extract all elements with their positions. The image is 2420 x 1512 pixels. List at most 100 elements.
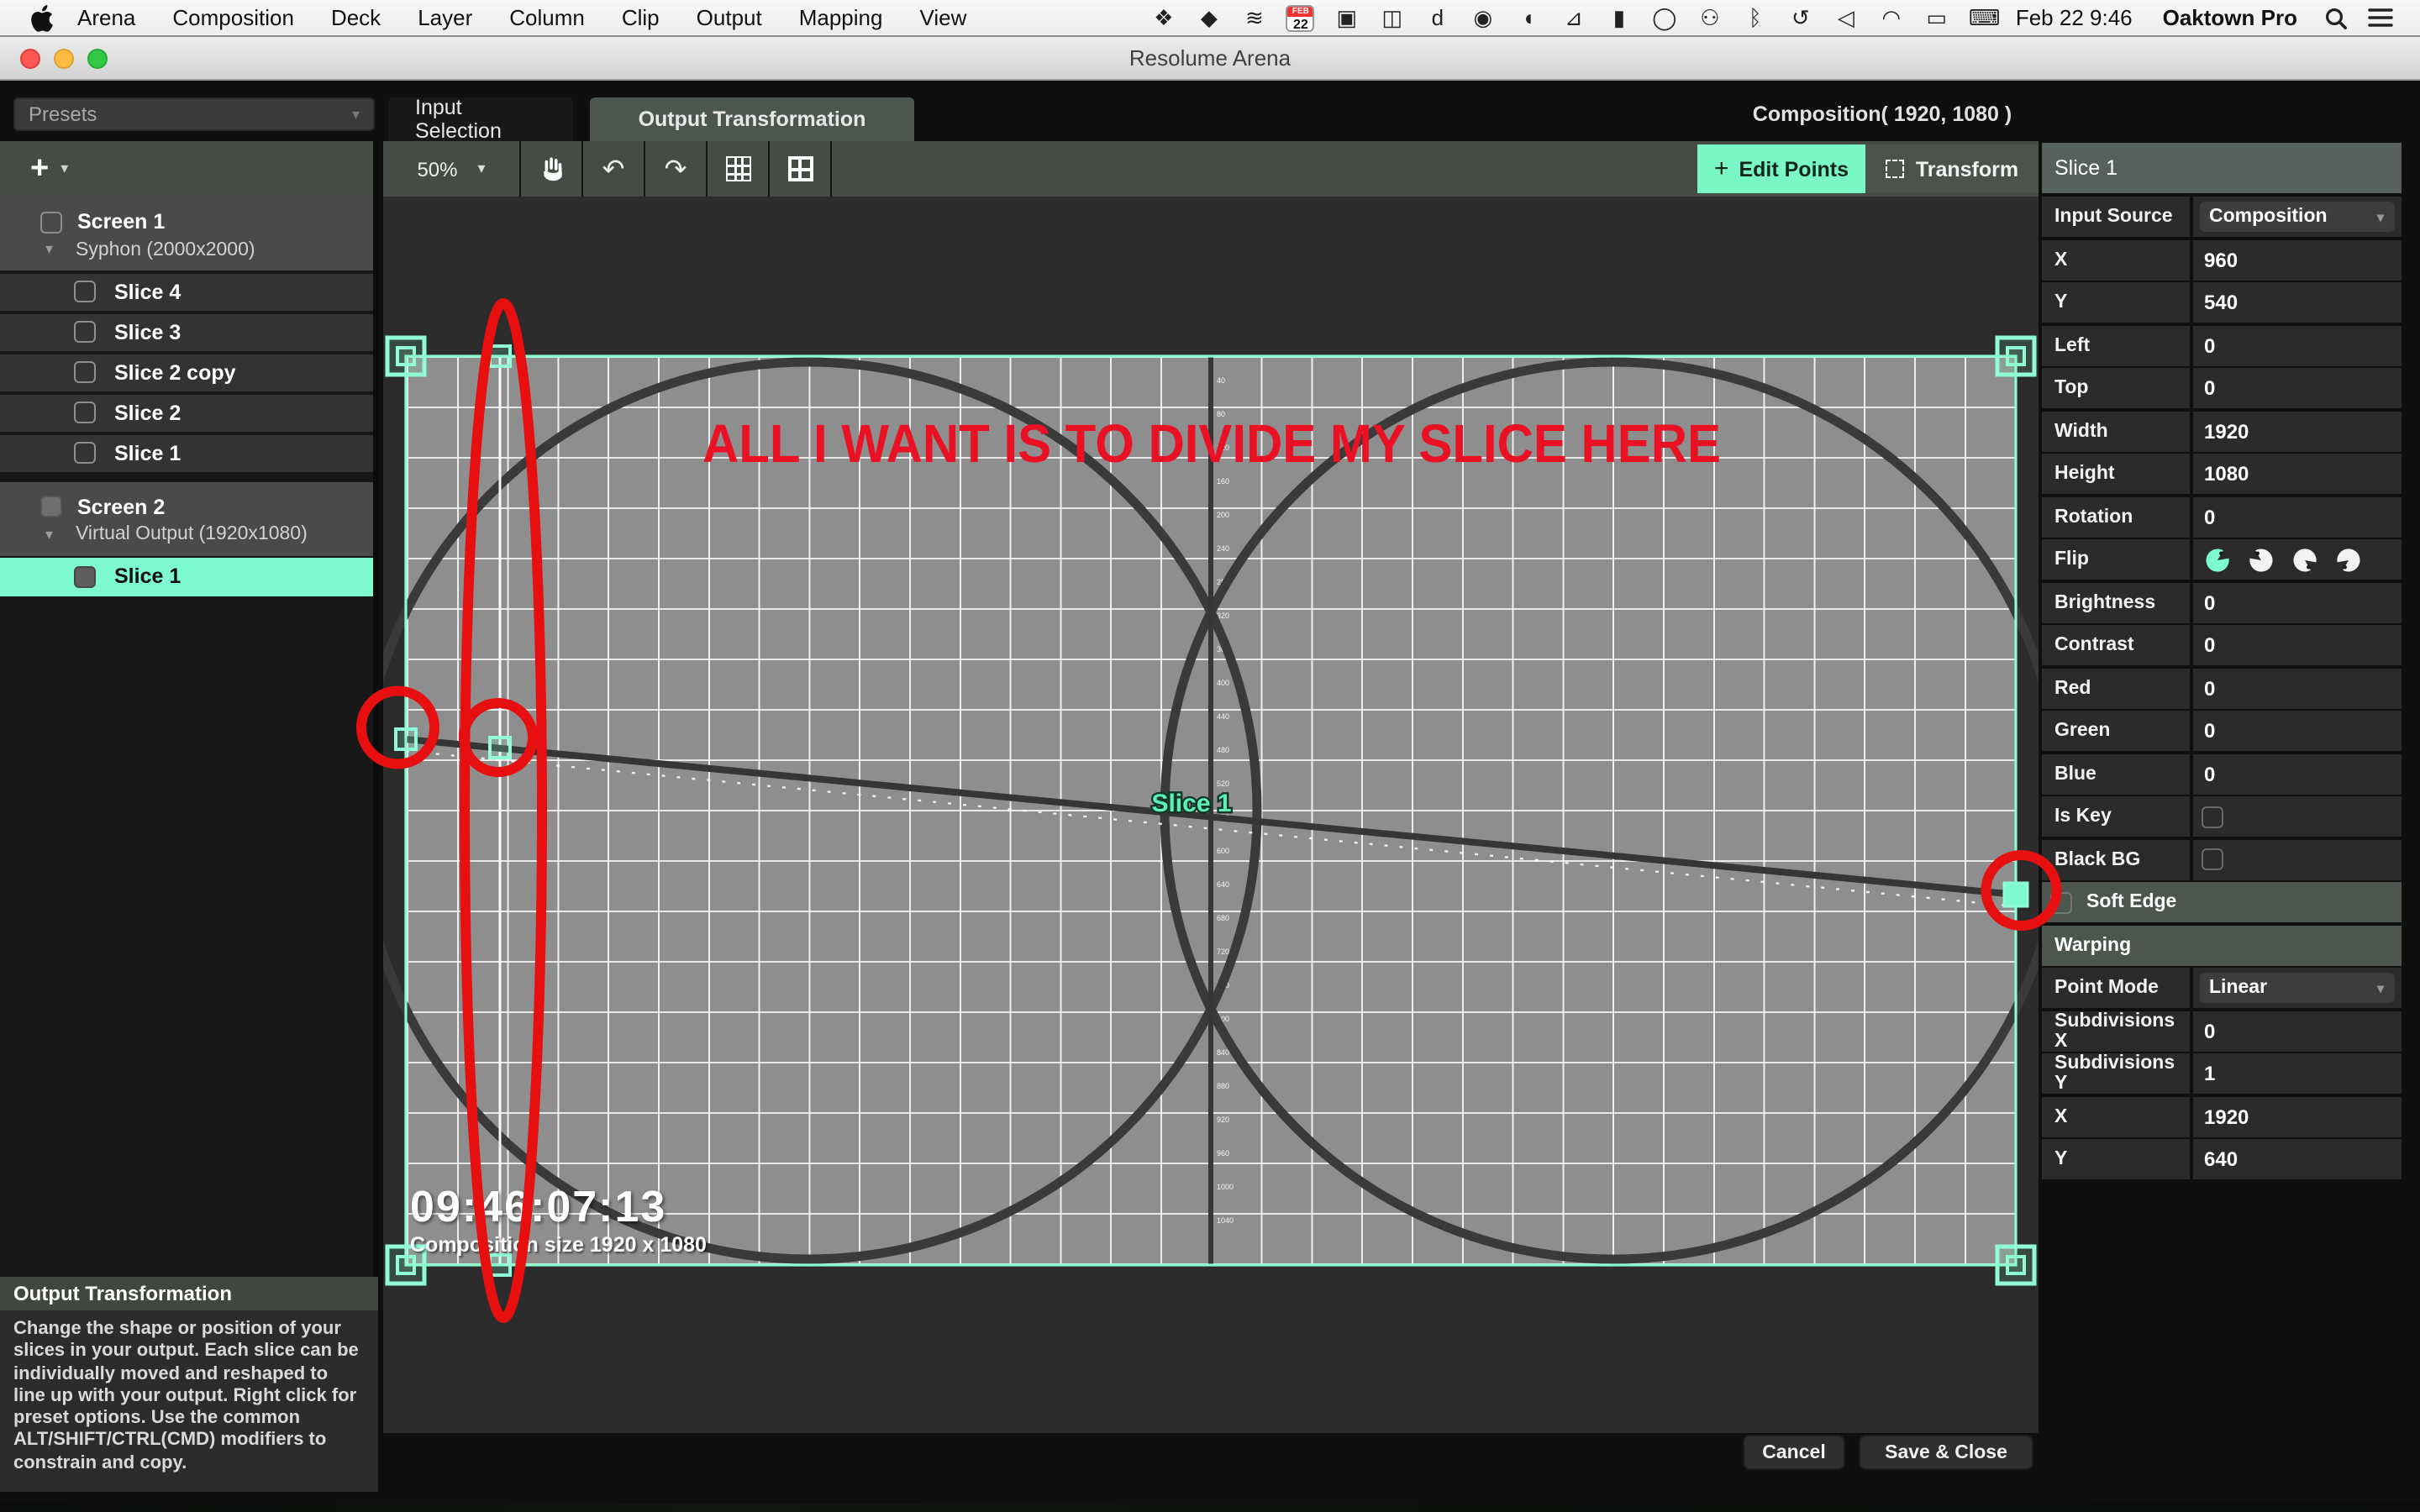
wifi-icon[interactable]: ◠	[1878, 4, 1905, 31]
black-bg-checkbox[interactable]	[2201, 848, 2223, 870]
rotation-value[interactable]: 0	[2204, 505, 2215, 528]
split-view-button[interactable]	[770, 141, 832, 197]
keyboard-icon[interactable]: ⌨	[1969, 4, 1996, 31]
flip-none-icon[interactable]	[2202, 545, 2231, 574]
menubar-clock[interactable]: Feb 22 9:46	[2016, 5, 2133, 30]
zoom-button[interactable]	[87, 49, 108, 69]
bluetooth-icon[interactable]: ᛒ	[1742, 5, 1769, 30]
point-x-value[interactable]: 1920	[2204, 1105, 2249, 1128]
output-canvas[interactable]: 4080120160200240280320360400440480520560…	[383, 197, 2039, 1433]
subdivisions-x-value[interactable]: 0	[2204, 1019, 2215, 1042]
spotlight-search-icon[interactable]	[2324, 6, 2348, 29]
screen1-checkbox[interactable]	[40, 211, 62, 233]
slice2-checkbox[interactable]	[74, 402, 96, 424]
menu-item[interactable]: Layer	[418, 5, 472, 30]
corner-handle-br[interactable]	[1997, 1247, 2034, 1284]
screen2-checkbox[interactable]	[40, 496, 62, 517]
top-subdivision-handle[interactable]	[490, 346, 510, 366]
bottom-subdivision-handle[interactable]	[490, 1255, 510, 1275]
left-middle-handle[interactable]	[396, 729, 416, 749]
zoom-level-dropdown[interactable]: 50% ▾	[383, 141, 521, 197]
sidebar-item-slice2[interactable]: Slice 2	[0, 394, 373, 432]
menu-item[interactable]: Composition	[172, 5, 294, 30]
redo-button[interactable]: ↷	[645, 141, 708, 197]
soft-edge-checkbox[interactable]	[2049, 891, 2071, 913]
tab-input-selection[interactable]: Input Selection	[388, 97, 573, 141]
top-value[interactable]: 0	[2204, 376, 2215, 400]
edit-points-button[interactable]: + Edit Points	[1697, 144, 1865, 193]
undo-button[interactable]: ↶	[583, 141, 645, 197]
binoculars-icon[interactable]: ⚇	[1697, 4, 1723, 31]
warping-section-header[interactable]: Warping	[2041, 925, 2401, 965]
show-grid-button[interactable]	[708, 141, 770, 197]
sync-icon[interactable]: ≋	[1241, 4, 1268, 31]
flip-vertical-icon[interactable]	[2290, 545, 2318, 574]
menu-item[interactable]: Clip	[622, 5, 660, 30]
sidebar-item-slice1-screen2-selected[interactable]: Slice 1	[0, 558, 373, 596]
presets-dropdown[interactable]: Presets ▾	[13, 97, 375, 131]
slice2copy-checkbox[interactable]	[74, 362, 96, 384]
point-y-value[interactable]: 640	[2204, 1147, 2238, 1171]
middle-subdivision-handle[interactable]	[490, 738, 510, 758]
slice3-checkbox[interactable]	[74, 322, 96, 344]
save-close-button[interactable]: Save & Close	[1859, 1435, 2033, 1470]
calendar-icon[interactable]: FEB 22	[1286, 4, 1315, 31]
drive-icon[interactable]: ◆	[1196, 4, 1223, 31]
menu-item[interactable]: Column	[509, 5, 585, 30]
contrast-value[interactable]: 0	[2204, 633, 2215, 657]
docs-icon[interactable]: d	[1424, 5, 1451, 30]
blue-value[interactable]: 0	[2204, 762, 2215, 785]
expand-caret-icon[interactable]: ▾	[45, 240, 62, 259]
add-screen-button[interactable]: +	[30, 153, 49, 185]
sidebar-item-slice1-screen1[interactable]: Slice 1	[0, 434, 373, 472]
slice1-screen2-checkbox[interactable]	[74, 566, 96, 588]
green-value[interactable]: 0	[2204, 719, 2215, 743]
height-value[interactable]: 1080	[2204, 462, 2249, 486]
expand-caret-icon[interactable]: ▾	[45, 525, 62, 543]
screen-group-1[interactable]: Screen 1 ▾ Syphon (2000x2000)	[0, 197, 373, 270]
chat-icon[interactable]: ◯	[1651, 4, 1678, 31]
window-manager-icon[interactable]: ◫	[1379, 4, 1406, 31]
corner-handle-tl[interactable]	[387, 338, 424, 375]
left-value[interactable]: 0	[2204, 333, 2215, 357]
is-key-checkbox[interactable]	[2201, 806, 2223, 827]
soft-edge-section[interactable]: Soft Edge	[2041, 882, 2401, 922]
red-value[interactable]: 0	[2204, 676, 2215, 700]
cancel-button[interactable]: Cancel	[1743, 1435, 1845, 1470]
sidebar-item-slice2copy[interactable]: Slice 2 copy	[0, 354, 373, 391]
backup-icon[interactable]: ▮	[1606, 4, 1633, 31]
slice4-checkbox[interactable]	[74, 281, 96, 303]
chevron-down-icon[interactable]: ▾	[60, 160, 68, 178]
menu-item[interactable]: Output	[697, 5, 762, 30]
transform-button[interactable]: Transform	[1865, 144, 2039, 193]
sidebar-item-slice4[interactable]: Slice 4	[0, 273, 373, 311]
notification-center-icon[interactable]	[2368, 7, 2393, 29]
time-machine-icon[interactable]: ↺	[1787, 4, 1814, 31]
flip-both-icon[interactable]	[2333, 545, 2362, 574]
subdivisions-y-value[interactable]: 1	[2204, 1062, 2215, 1085]
input-source-dropdown[interactable]: Composition ▾	[2199, 202, 2394, 232]
airplay-icon[interactable]: ⊿	[1560, 4, 1587, 31]
menu-item[interactable]: View	[919, 5, 966, 30]
width-value[interactable]: 1920	[2204, 419, 2249, 443]
menu-item[interactable]: Arena	[77, 5, 135, 30]
sidebar-item-slice3[interactable]: Slice 3	[0, 313, 373, 351]
flip-horizontal-icon[interactable]	[2246, 545, 2275, 574]
tab-output-transformation[interactable]: Output Transformation	[590, 97, 914, 141]
menu-item[interactable]: Mapping	[799, 5, 883, 30]
volume-icon[interactable]: ◁	[1833, 4, 1860, 31]
minimize-button[interactable]	[54, 49, 74, 69]
corner-handle-tr[interactable]	[1997, 338, 2034, 375]
point-mode-dropdown[interactable]: Linear ▾	[2199, 973, 2394, 1003]
slice1-screen1-checkbox[interactable]	[74, 443, 96, 465]
screen-group-2[interactable]: Screen 2 ▾ Virtual Output (1920x1080)	[0, 481, 373, 555]
menu-item[interactable]: Deck	[331, 5, 381, 30]
x-value[interactable]: 960	[2204, 248, 2238, 271]
pan-tool-button[interactable]	[521, 141, 583, 197]
y-value[interactable]: 540	[2204, 291, 2238, 314]
close-button[interactable]	[20, 49, 40, 69]
evernote-icon[interactable]: ◖	[1515, 5, 1542, 30]
brightness-value[interactable]: 0	[2204, 591, 2215, 614]
right-middle-handle-selected[interactable]	[2004, 883, 2028, 906]
display-icon[interactable]: ▣	[1334, 4, 1360, 31]
